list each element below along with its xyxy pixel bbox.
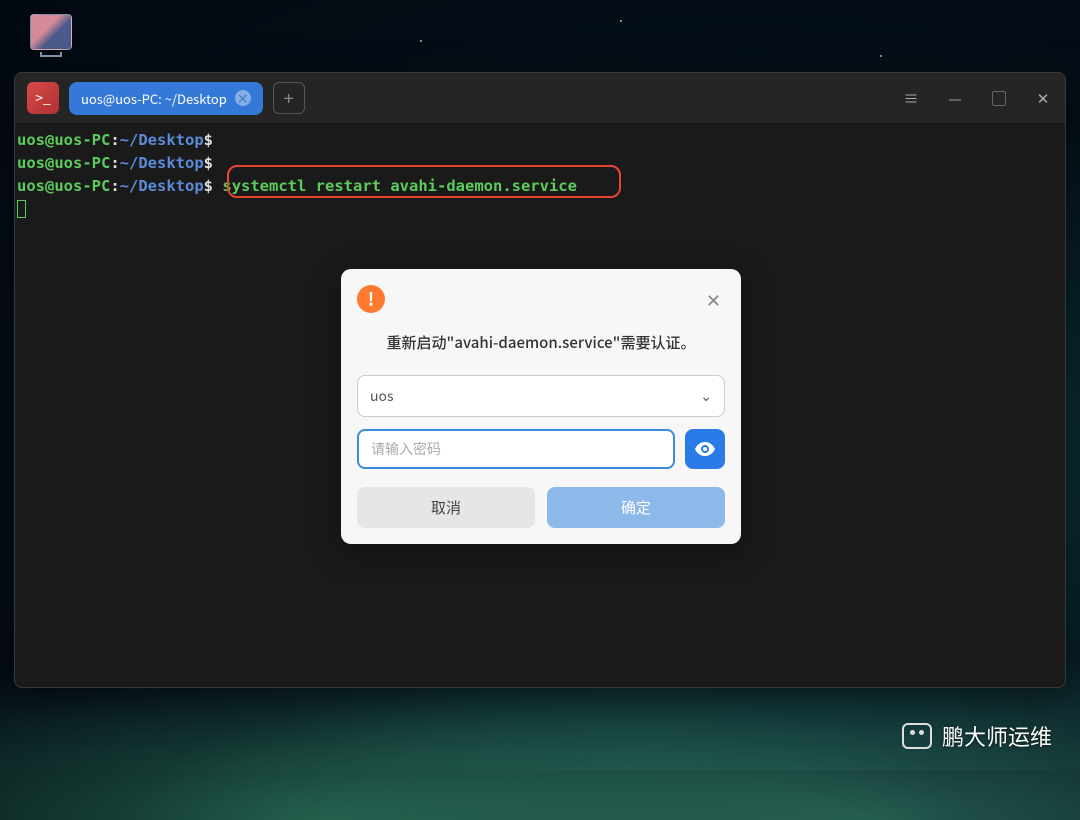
cancel-button[interactable]: 取消 — [357, 487, 535, 528]
prompt-path: ~/Desktop — [120, 154, 204, 172]
minimize-button[interactable]: — — [945, 88, 965, 109]
desktop-app-icon[interactable] — [30, 14, 72, 50]
toggle-password-visibility[interactable] — [685, 429, 725, 469]
terminal-body[interactable]: uos@uos-PC:~/Desktop$ uos@uos-PC:~/Deskt… — [15, 123, 1065, 227]
auth-dialog: ! ✕ 重新启动"avahi-daemon.service"需要认证。 uos … — [341, 269, 741, 544]
warning-icon: ! — [357, 285, 385, 313]
wechat-icon — [902, 723, 932, 749]
ok-button[interactable]: 确定 — [547, 487, 725, 528]
eye-icon — [695, 442, 715, 456]
maximize-button[interactable]: ▢ — [989, 88, 1009, 109]
terminal-cursor — [17, 200, 26, 218]
command-text: systemctl restart avahi-daemon.service — [222, 177, 577, 195]
tab-title: uos@uos-PC: ~/Desktop — [81, 89, 227, 108]
terminal-tab[interactable]: uos@uos-PC: ~/Desktop × — [69, 82, 263, 115]
terminal-app-icon: >_ — [27, 82, 59, 114]
password-input[interactable] — [357, 429, 675, 469]
chevron-down-icon: ⌄ — [700, 386, 712, 406]
prompt-user: uos@uos-PC — [17, 131, 110, 149]
user-select[interactable]: uos ⌄ — [357, 375, 725, 417]
watermark-text: 鹏大师运维 — [942, 720, 1052, 752]
selected-user: uos — [370, 386, 394, 406]
titlebar: >_ uos@uos-PC: ~/Desktop × + ≡ — ▢ ✕ — [15, 73, 1065, 123]
watermark: 鹏大师运维 — [902, 720, 1052, 752]
prompt-path: ~/Desktop — [120, 131, 204, 149]
prompt-user: uos@uos-PC — [17, 177, 110, 195]
new-tab-button[interactable]: + — [273, 82, 305, 114]
dialog-message: 重新启动"avahi-daemon.service"需要认证。 — [377, 331, 705, 355]
dialog-close-button[interactable]: ✕ — [702, 285, 725, 315]
menu-icon[interactable]: ≡ — [901, 88, 921, 109]
prompt-user: uos@uos-PC — [17, 154, 110, 172]
close-button[interactable]: ✕ — [1033, 88, 1053, 109]
prompt-path: ~/Desktop — [120, 177, 204, 195]
tab-close-icon[interactable]: × — [235, 90, 251, 106]
